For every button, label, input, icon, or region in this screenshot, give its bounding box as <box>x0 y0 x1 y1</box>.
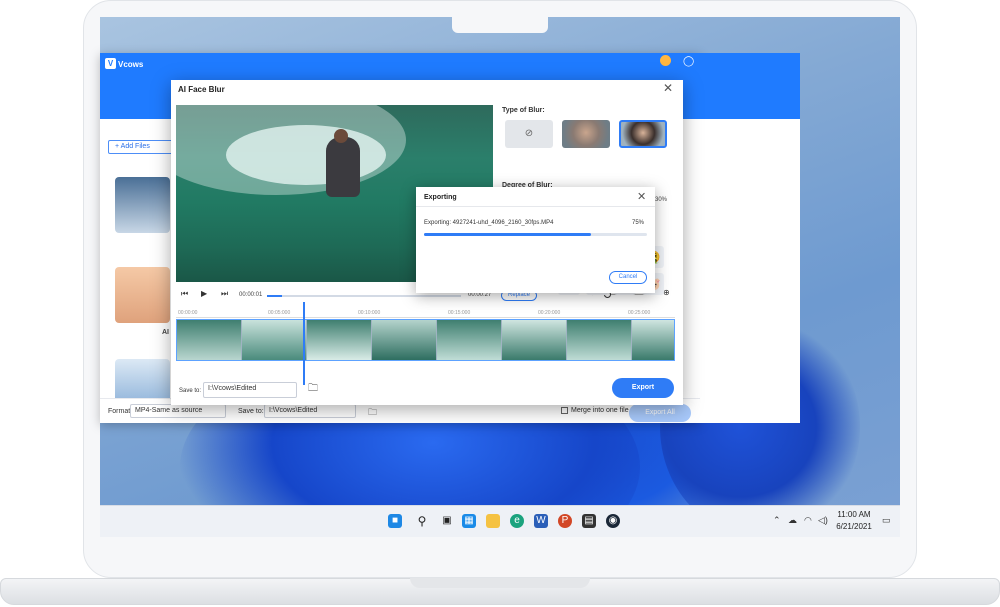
timeline-frame <box>567 320 631 360</box>
exporting-percent: 75% <box>632 220 645 226</box>
dialog-save-select[interactable]: I:\Vcows\Edited <box>203 382 297 398</box>
ruler-tick: 00:10:000 <box>358 310 381 316</box>
store-icon[interactable]: ▤ <box>582 514 596 528</box>
previous-frame-icon[interactable]: ⏮ <box>181 289 188 299</box>
tool-thumb-face-blur[interactable] <box>115 267 170 323</box>
exporting-progress-fill <box>424 233 592 236</box>
word-icon[interactable]: W <box>534 514 548 528</box>
merge-label: Merge into one file <box>571 407 629 414</box>
save-to-select[interactable]: I:\Vcows\Edited <box>264 404 356 418</box>
playhead[interactable] <box>303 302 305 385</box>
gift-icon[interactable] <box>660 55 671 66</box>
exporting-dialog: Exporting ✕ Exporting: 4927241-uhd_4096_… <box>416 187 655 293</box>
ruler-tick: 00:05:000 <box>268 310 291 316</box>
type-of-blur-title: Type of Blur: <box>502 107 545 114</box>
laptop-base-notch <box>410 578 590 588</box>
dialog-close-icon[interactable]: ✕ <box>663 81 673 95</box>
folder-icon[interactable]: 🗀 <box>368 405 377 421</box>
steam-icon[interactable]: ◉ <box>606 514 620 528</box>
ruler-tick: 00:00:00 <box>178 310 198 316</box>
clock[interactable]: 11:00 AM 6/21/2021 <box>830 509 878 533</box>
clock-date: 6/21/2021 <box>836 522 872 531</box>
exporting-progress-bar <box>424 233 647 236</box>
exporting-divider <box>416 206 655 207</box>
timeline-frame <box>502 320 566 360</box>
timeline-frame <box>177 320 241 360</box>
tool-thumb-label: AI <box>162 329 169 336</box>
clock-time: 11:00 AM <box>837 510 871 519</box>
timeline-frame <box>632 320 674 360</box>
task-view-icon[interactable]: ▣ <box>440 514 454 528</box>
format-label: Format: <box>108 408 133 415</box>
app-title: Vcows <box>118 60 144 69</box>
file-explorer-icon[interactable] <box>486 514 500 528</box>
export-button[interactable]: Export <box>612 378 674 398</box>
ruler-tick: 00:25:000 <box>628 310 651 316</box>
tool-thumb-cut[interactable] <box>115 177 170 233</box>
degree-value: 30% <box>655 197 668 203</box>
playback-progress <box>267 295 282 297</box>
export-all-button[interactable]: Export All <box>629 404 691 422</box>
timeline-ruler: 00:00:00 00:05:000 00:10:000 00:15:000 0… <box>176 308 675 318</box>
exporting-filename: Exporting: 4927241-uhd_4096_2160_30fps.M… <box>424 220 554 226</box>
save-to-label: Save to: <box>238 408 264 415</box>
zoom-in-icon[interactable]: ⊕ <box>663 288 670 297</box>
blur-mosaic-option[interactable] <box>562 120 610 148</box>
wave-crest <box>226 125 386 185</box>
dialog-title: AI Face Blur <box>178 85 225 94</box>
search-icon[interactable]: ⚲ <box>415 514 429 528</box>
timeline-frame <box>437 320 501 360</box>
cloud-icon[interactable]: ☁ <box>788 515 797 526</box>
dialog-folder-icon[interactable]: 🗀 <box>308 381 318 398</box>
current-time: 00:00:01 <box>239 292 263 298</box>
ruler-tick: 00:15:000 <box>448 310 471 316</box>
tray-chevron-icon[interactable]: ⌃ <box>773 515 781 526</box>
powerpoint-icon[interactable]: P <box>558 514 572 528</box>
start-icon[interactable]: ■ <box>388 514 402 528</box>
speaker-icon[interactable]: ◁) <box>818 515 828 526</box>
exporting-title: Exporting <box>424 194 457 201</box>
format-select[interactable]: MP4-Same as source <box>130 404 226 418</box>
dialog-save-label: Save to: <box>179 388 202 394</box>
app-header-right <box>700 53 800 119</box>
surfer-figure <box>326 137 360 197</box>
blur-none-option[interactable]: ⊘ <box>505 120 553 148</box>
merge-checkbox[interactable] <box>561 407 568 414</box>
ruler-tick: 00:20:000 <box>538 310 561 316</box>
edge-icon[interactable]: e <box>510 514 524 528</box>
blur-face-option[interactable] <box>619 120 667 148</box>
wifi-icon[interactable]: ◠ <box>804 515 812 526</box>
cancel-button[interactable]: Cancel <box>609 271 647 284</box>
camera-notch <box>452 17 548 33</box>
account-icon[interactable]: ◯ <box>683 56 694 67</box>
notification-icon[interactable]: ▭ <box>882 515 891 526</box>
timeline-frame <box>307 320 371 360</box>
exporting-close-icon[interactable]: ✕ <box>637 190 646 203</box>
vcows-logo-icon: V <box>105 58 116 69</box>
timeline-frame <box>242 320 306 360</box>
playback-track[interactable] <box>267 295 461 297</box>
widgets-icon[interactable]: ▦ <box>462 514 476 528</box>
play-icon[interactable]: ▶ <box>201 289 207 298</box>
taskbar: ■ ⚲ ▣ ▦ e W P ▤ ◉ ⌃ ☁ ◠ ◁) 11:00 AM 6/21… <box>100 505 900 537</box>
add-files-button[interactable]: + Add Files <box>108 140 174 154</box>
timeline-strip[interactable] <box>176 319 675 361</box>
timeline-frame <box>372 320 436 360</box>
surfer-head <box>334 129 348 143</box>
next-frame-icon[interactable]: ⏭ <box>221 289 228 299</box>
